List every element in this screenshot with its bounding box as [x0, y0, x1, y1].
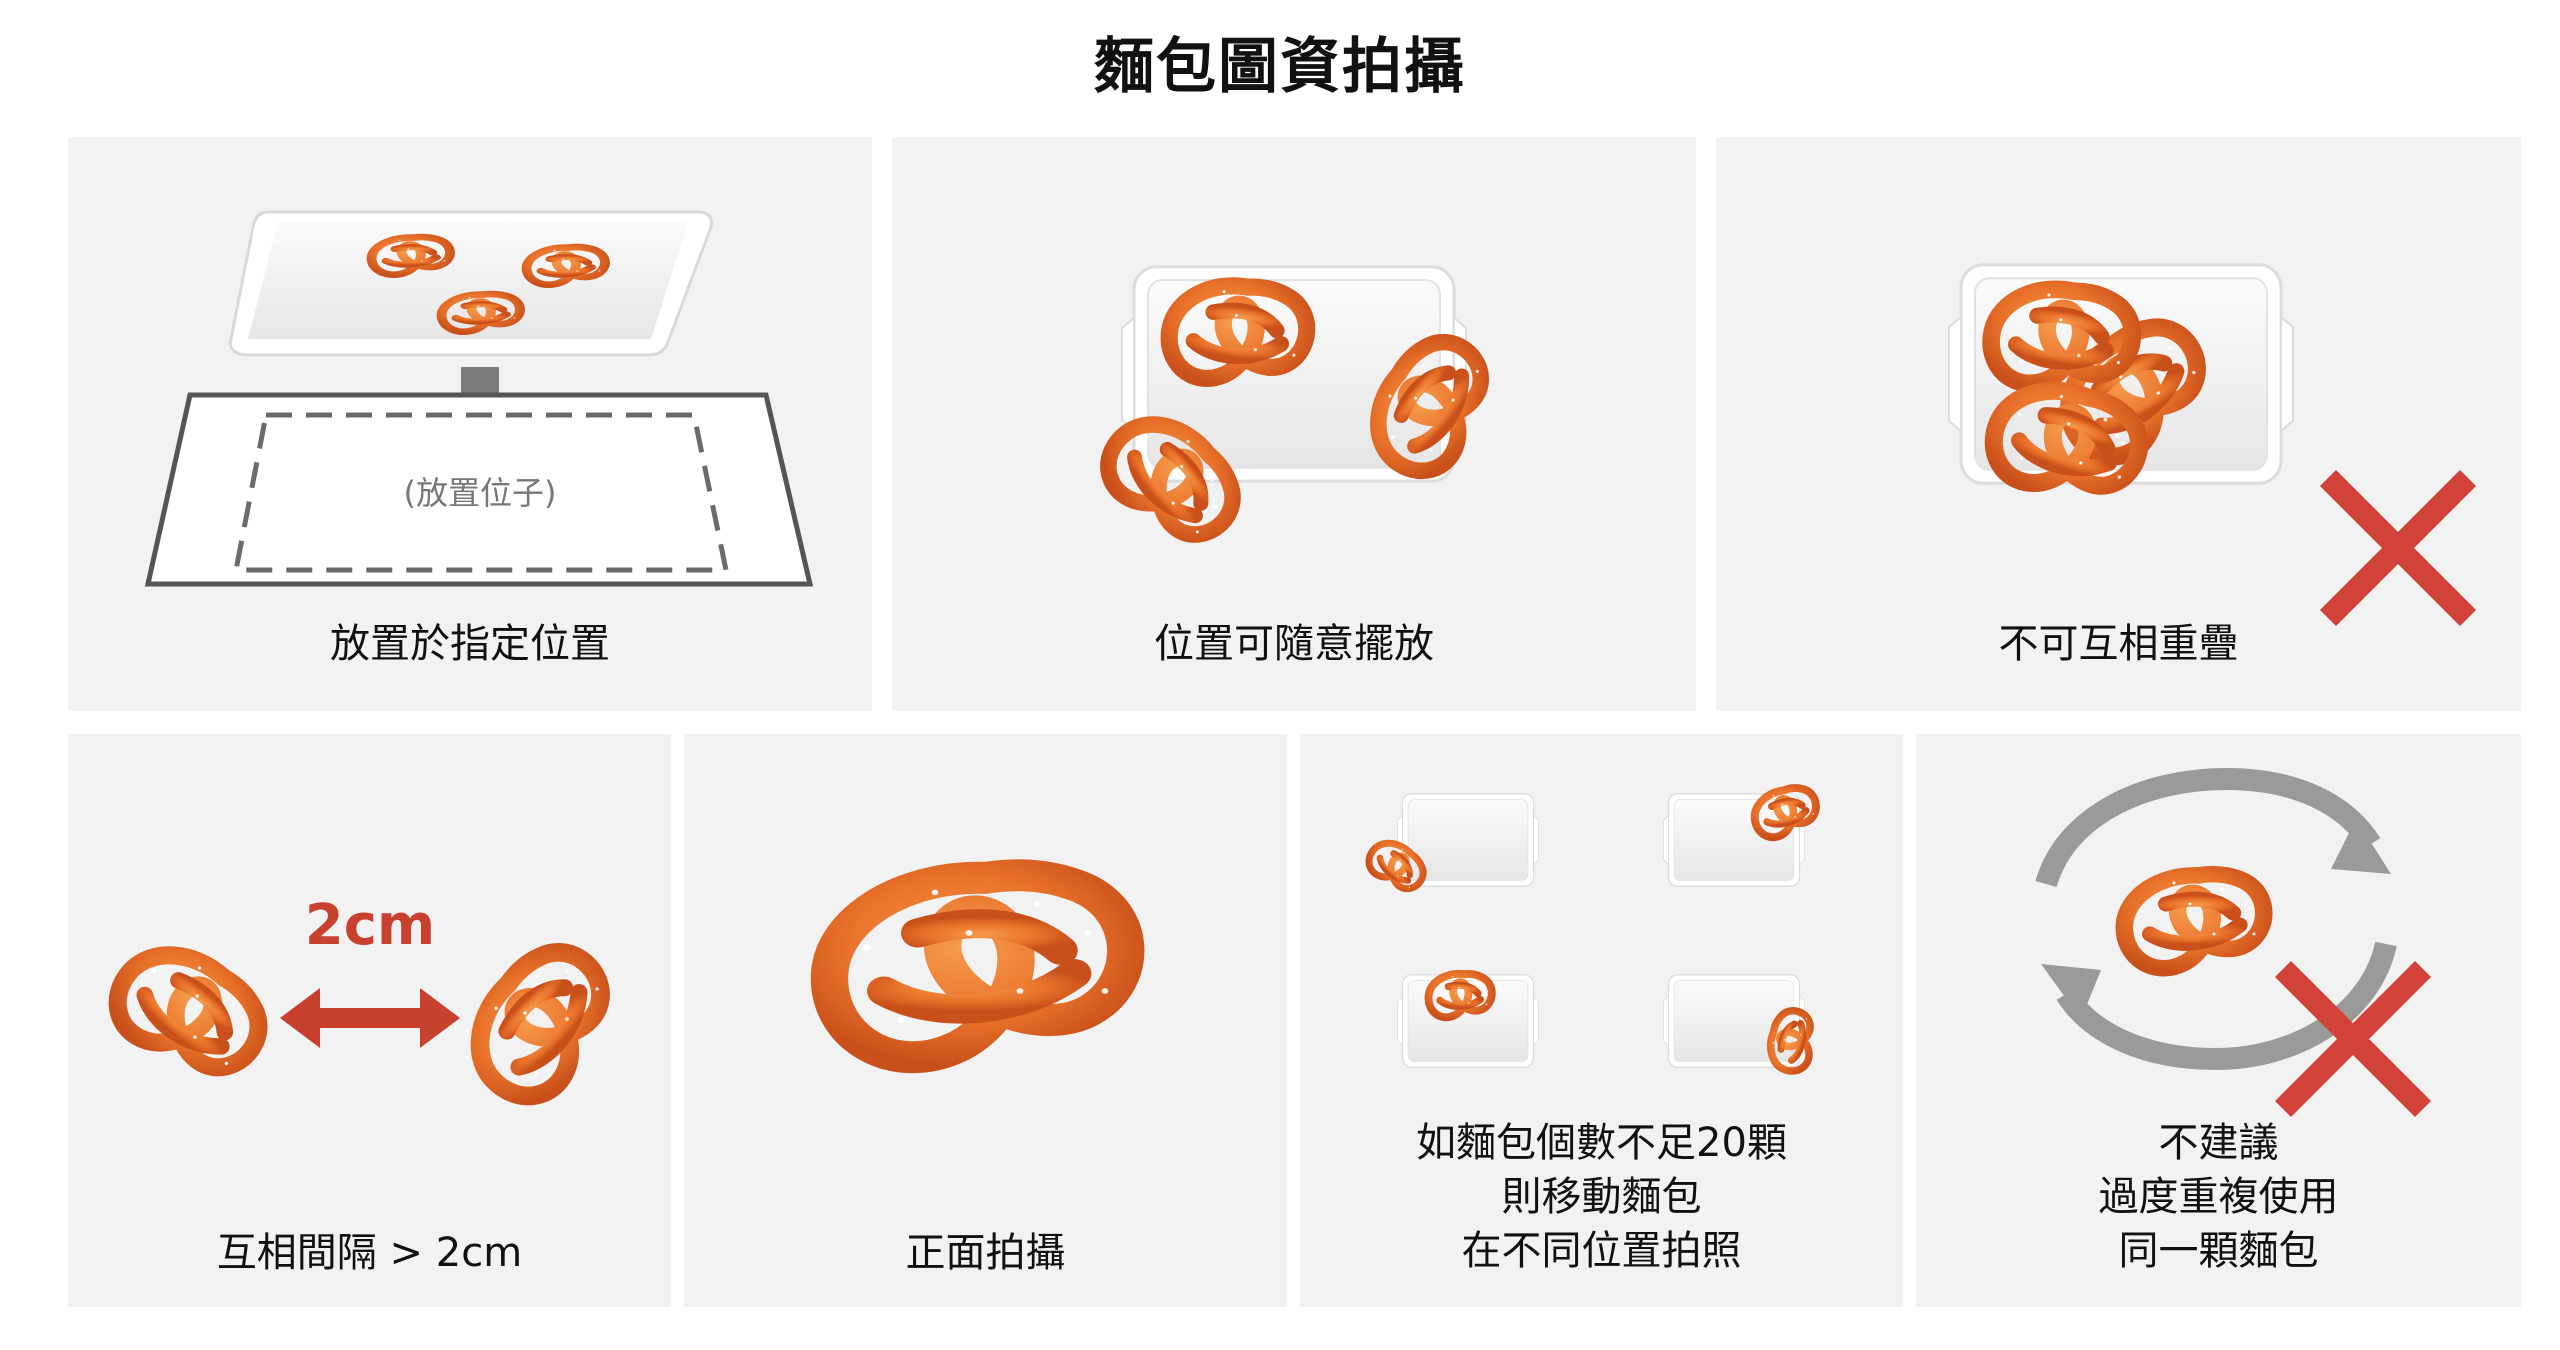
pretzel-icon [101, 928, 277, 1099]
tray-icon [1396, 793, 1540, 887]
panel-place-designated: (放置位子) 放置於指定位置 [68, 137, 872, 711]
panel-caption: 放置於指定位置 [330, 621, 610, 667]
pretzel-icon [829, 875, 1125, 1057]
panel-no-overlap: 不可互相重疊 [1716, 137, 2521, 711]
panel-free-placement: 位置可隨意擺放 [892, 137, 1696, 711]
panel-spacing: 2cm 互相間隔 > 2cm [68, 734, 671, 1307]
page-title: 麵包圖資拍攝 [1094, 32, 1466, 102]
panel-front-shot: 正面拍攝 [684, 734, 1287, 1307]
front-shot-illustration [684, 734, 1287, 1307]
panel-caption: 不可互相重疊 [1998, 621, 2239, 667]
distance-label: 2cm [305, 893, 436, 958]
panel-caption: 如麵包個數不足20顆 則移動麵包 在不同位置拍照 [1416, 1120, 1787, 1274]
panel-caption: 不建議 過度重複使用 同一顆麵包 [2098, 1120, 2339, 1274]
pretzel-icon [2124, 874, 2263, 968]
cross-icon [2320, 470, 2476, 626]
panel-caption: 正面拍攝 [905, 1230, 1066, 1276]
double-arrow-icon [280, 988, 460, 1048]
panel-no-reuse: 不建議 過度重複使用 同一顆麵包 [1916, 734, 2521, 1307]
tray-icon [1662, 793, 1806, 887]
pretzel-icon [452, 934, 632, 1114]
placeholder-label: (放置位子) [404, 474, 557, 512]
panel-move-bread: 如麵包個數不足20顆 則移動麵包 在不同位置拍照 [1300, 734, 1903, 1307]
panel-caption: 互相間隔 > 2cm [216, 1230, 523, 1276]
spacing-illustration: 2cm [68, 893, 671, 1307]
tray-icon [1662, 974, 1806, 1068]
panel-caption: 位置可隨意擺放 [1154, 621, 1434, 667]
